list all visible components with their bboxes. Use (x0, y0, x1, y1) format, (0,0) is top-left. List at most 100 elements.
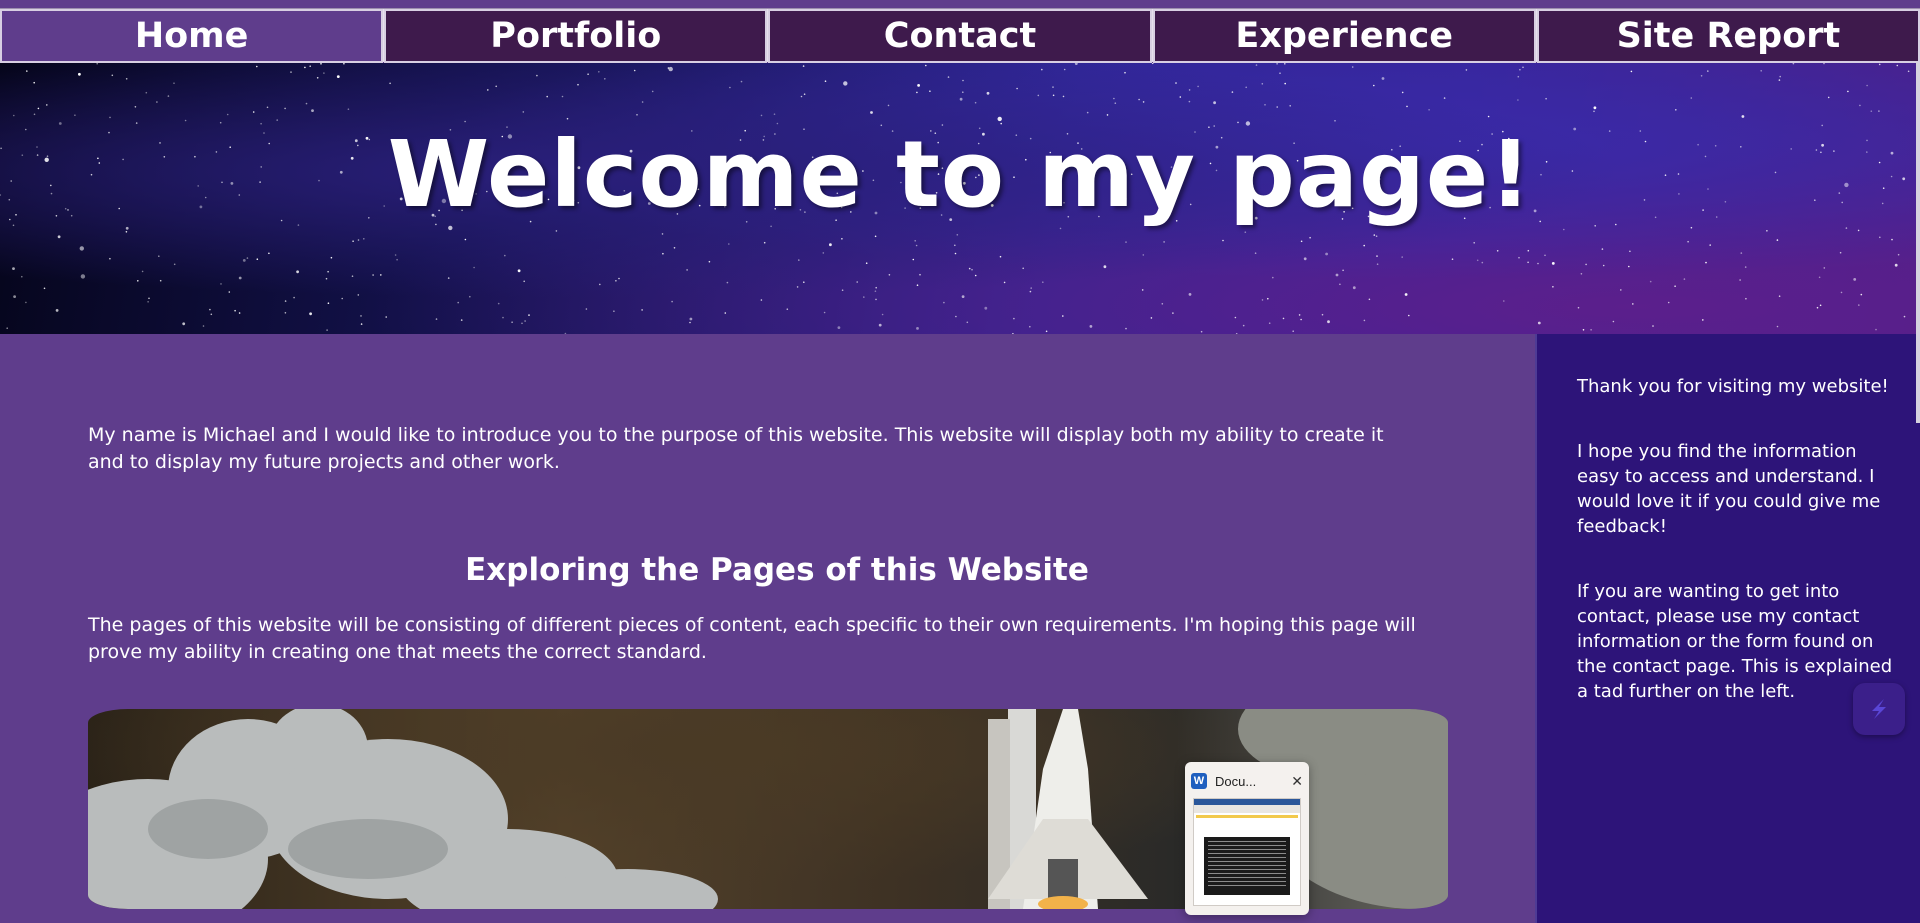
star (1063, 68, 1066, 71)
star (1740, 252, 1743, 254)
star (1052, 86, 1054, 88)
star (1242, 324, 1245, 327)
star (1029, 290, 1032, 293)
star (1503, 300, 1505, 302)
star (786, 308, 789, 310)
star (916, 91, 918, 94)
star (46, 104, 48, 106)
star (1125, 327, 1127, 330)
star (246, 257, 249, 259)
star (587, 73, 589, 75)
star (881, 313, 884, 316)
nav-portfolio[interactable]: Portfolio (384, 9, 768, 63)
star (320, 63, 322, 65)
star (598, 71, 600, 73)
star (863, 296, 865, 298)
star (502, 316, 504, 319)
star (1551, 262, 1555, 265)
star (1406, 105, 1408, 108)
star (1577, 306, 1580, 309)
star (1188, 293, 1192, 296)
star (1163, 241, 1165, 243)
star (109, 116, 111, 119)
star (1268, 322, 1271, 325)
star (796, 286, 799, 288)
star (1875, 328, 1877, 331)
star (1823, 63, 1825, 65)
document-preview[interactable] (1193, 798, 1301, 906)
star (1519, 68, 1521, 71)
star (1580, 273, 1583, 275)
star (1325, 252, 1328, 256)
star (613, 310, 615, 312)
thumbnail-title: Docu... (1215, 773, 1257, 789)
nav-experience[interactable]: Experience (1152, 9, 1536, 63)
star (984, 306, 988, 310)
floating-action-button[interactable] (1853, 683, 1905, 735)
star (1628, 265, 1630, 268)
star (841, 238, 843, 240)
star (522, 111, 525, 113)
star (1138, 98, 1140, 101)
star (284, 107, 286, 110)
star (1179, 96, 1182, 98)
star (1284, 63, 1286, 65)
star (1745, 297, 1747, 300)
star (517, 269, 521, 273)
scrollbar[interactable] (1916, 63, 1920, 423)
star (1042, 281, 1044, 283)
star (1816, 306, 1819, 309)
star (1563, 228, 1565, 231)
star (1151, 63, 1154, 65)
star (959, 97, 963, 101)
star (856, 281, 858, 283)
star (159, 279, 162, 282)
star (740, 80, 743, 83)
star (305, 102, 308, 105)
star (55, 309, 59, 312)
star (1517, 75, 1520, 78)
star (1675, 109, 1677, 111)
star (955, 315, 957, 318)
star (599, 283, 601, 286)
star (25, 301, 27, 304)
star (6, 327, 8, 330)
star (389, 82, 391, 85)
star (268, 252, 270, 255)
close-icon[interactable]: ✕ (1291, 773, 1303, 790)
taskbar-thumbnail-popup[interactable]: W Docu... ✕ (1185, 762, 1309, 915)
star (686, 269, 688, 271)
star (1373, 84, 1375, 87)
star (566, 117, 569, 120)
star (1016, 87, 1018, 90)
star (763, 241, 766, 244)
star (1683, 278, 1686, 280)
nav-site-report[interactable]: Site Report (1536, 9, 1920, 63)
star (1045, 330, 1048, 333)
star (971, 268, 973, 271)
star (1113, 97, 1115, 100)
star (352, 240, 354, 242)
star (1778, 79, 1781, 81)
star (1649, 280, 1652, 283)
star (1527, 261, 1529, 264)
star (1124, 71, 1126, 74)
star (210, 313, 213, 316)
star (651, 90, 654, 93)
star (343, 63, 345, 65)
star (919, 273, 921, 276)
star (1590, 329, 1592, 331)
star (1496, 250, 1499, 252)
star (1707, 70, 1709, 72)
star (689, 317, 693, 321)
star (914, 240, 916, 242)
star (875, 286, 877, 289)
star (916, 327, 919, 330)
star (1451, 258, 1454, 260)
star (1601, 248, 1604, 250)
star (1859, 104, 1861, 107)
nav-contact[interactable]: Contact (768, 9, 1152, 63)
nav-home[interactable]: Home (0, 9, 384, 63)
star (689, 321, 691, 324)
star (1029, 325, 1031, 328)
